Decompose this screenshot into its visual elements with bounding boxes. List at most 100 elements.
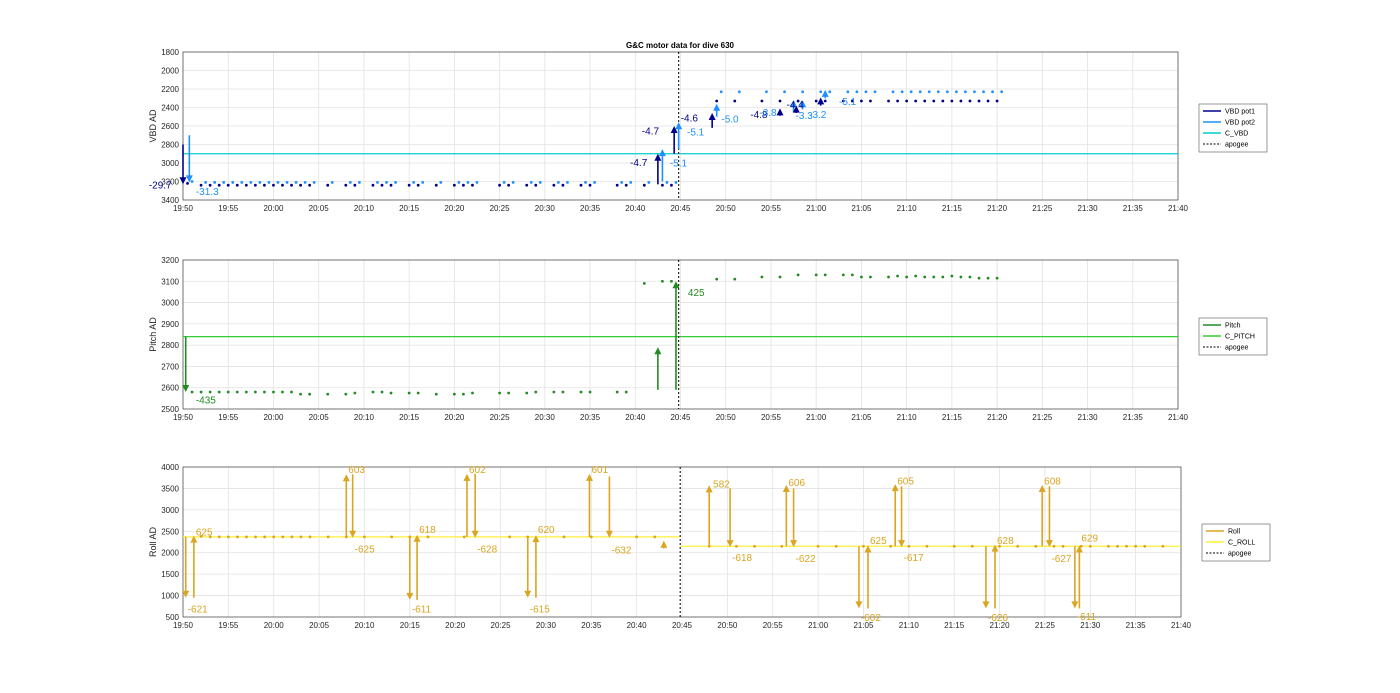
data-point (896, 99, 899, 103)
y-axis-label: Pitch AD (148, 317, 158, 352)
data-point (642, 282, 646, 285)
data-point (498, 183, 501, 187)
data-point (905, 99, 909, 103)
y-tick-label: 2000 (161, 67, 179, 76)
data-point (538, 181, 542, 184)
data-point (245, 535, 248, 539)
data-point (584, 181, 587, 184)
data-point (285, 181, 289, 184)
x-tick-label: 20:15 (399, 413, 420, 422)
data-point (1107, 544, 1110, 548)
data-point (226, 390, 230, 394)
x-tick-label: 20:05 (309, 621, 330, 630)
data-point (457, 181, 461, 184)
data-point (1134, 544, 1138, 548)
data-point (945, 90, 949, 94)
data-point (231, 181, 235, 184)
arrow-annotation: -632 (611, 545, 631, 556)
arrow-annotation: -5.1 (687, 128, 705, 139)
x-tick-label: 21:35 (1123, 413, 1144, 422)
y-tick-label: 2800 (161, 341, 179, 350)
x-tick-label: 21:40 (1171, 621, 1192, 630)
data-point (353, 391, 357, 395)
data-point (629, 181, 633, 184)
data-point (923, 275, 927, 279)
y-axis-label: Roll AD (148, 526, 158, 557)
data-point (819, 90, 823, 94)
y-axis-label: VBD AD (148, 109, 158, 143)
arrow-annotation: -611 (1077, 612, 1097, 623)
data-point (864, 90, 868, 94)
data-point (312, 181, 316, 184)
data-point (394, 181, 397, 184)
data-point (760, 275, 764, 279)
data-point (240, 181, 244, 184)
data-point (462, 535, 466, 539)
arrow-annotation: 601 (591, 465, 608, 476)
data-point (190, 390, 194, 394)
data-point (253, 390, 257, 394)
data-point (918, 90, 922, 94)
dive-630-figure: G&C motor data for dive 630 19:50 19:55 20… (148, 41, 1271, 630)
data-point (434, 183, 438, 187)
y-tick-label: 1000 (161, 592, 179, 601)
data-point (263, 183, 266, 187)
x-tick-label: 20:15 (399, 204, 420, 213)
data-point (525, 183, 529, 187)
x-tick-label: 21:20 (987, 413, 1008, 422)
data-point (869, 275, 872, 279)
data-point (889, 544, 893, 548)
x-tick-label: 21:15 (942, 413, 963, 422)
data-point (801, 90, 805, 94)
data-point (925, 544, 929, 548)
x-tick-label: 20:40 (625, 204, 646, 213)
data-point (267, 181, 271, 184)
data-point (281, 390, 284, 394)
x-tick-label: 20:45 (670, 204, 691, 213)
data-point (299, 535, 303, 539)
data-point (624, 390, 628, 394)
data-point (814, 99, 818, 103)
x-tick-label: 20:20 (444, 413, 465, 422)
legend-label: apogee (1228, 551, 1251, 558)
arrow-annotation: -5.0 (721, 115, 739, 126)
arrow-annotation: -628 (477, 544, 497, 555)
data-point (371, 183, 375, 187)
data-point (624, 183, 628, 187)
data-point (529, 181, 533, 184)
data-point (272, 183, 275, 187)
data-point (254, 535, 257, 539)
arrow-annotation: -435 (196, 395, 216, 406)
legend-label: C_VBD (1225, 131, 1248, 138)
x-tick-label: 19:55 (218, 621, 239, 630)
x-tick-label: 20:30 (536, 621, 557, 630)
x-tick-label: 19:50 (173, 413, 194, 422)
data-point (376, 181, 379, 184)
data-point (263, 535, 267, 539)
data-point (389, 391, 393, 395)
data-point (846, 90, 850, 94)
data-point (226, 183, 230, 187)
arrow-annotation: -31.3 (196, 187, 219, 198)
arrow-annotation: -4.6 (681, 114, 699, 125)
data-point (670, 183, 673, 187)
x-tick-label: 20:10 (354, 621, 375, 630)
data-point (222, 181, 226, 184)
data-point (661, 279, 664, 283)
data-point (303, 181, 307, 184)
data-point (950, 99, 954, 103)
data-point (986, 99, 990, 103)
x-tick-label: 20:00 (264, 621, 285, 630)
data-point (665, 181, 669, 184)
data-point (357, 181, 361, 184)
x-tick-label: 20:50 (717, 621, 738, 630)
data-point (1052, 544, 1056, 548)
arrow-annotation: -4.4 (787, 100, 805, 111)
x-tick-label: 21:25 (1032, 204, 1053, 213)
data-point (977, 276, 981, 280)
data-point (466, 181, 470, 184)
x-tick-label: 21:15 (942, 204, 963, 213)
arrow-annotation: 620 (538, 525, 555, 536)
data-point (1161, 544, 1165, 548)
arrow-annotation: -621 (188, 604, 208, 615)
